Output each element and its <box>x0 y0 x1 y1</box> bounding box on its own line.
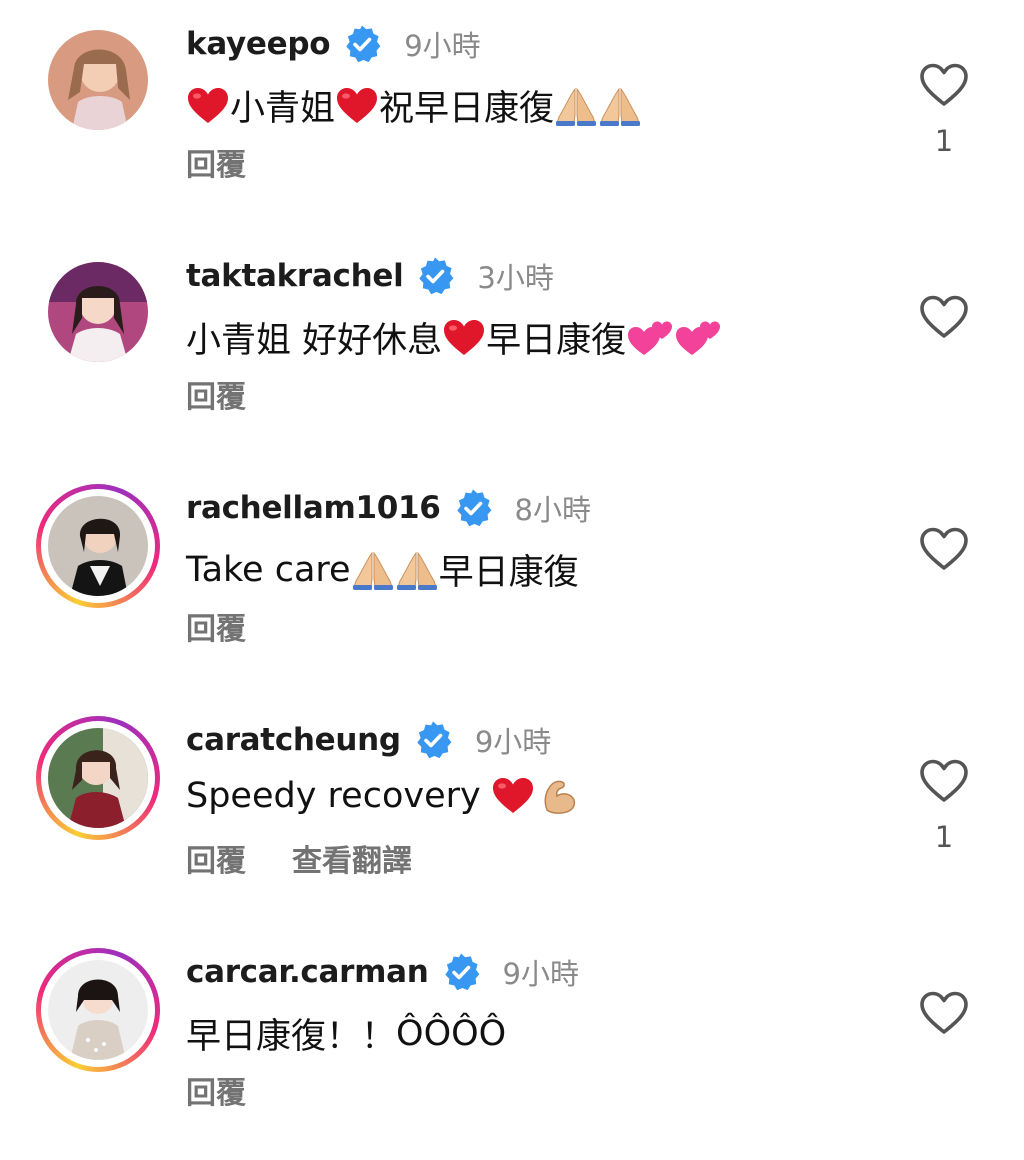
avatar <box>48 728 148 828</box>
comment-text-part: 小青姐 <box>230 89 336 129</box>
comment-actions: 回覆 <box>186 140 246 184</box>
comment-header: rachellam1016 8小時 <box>186 486 591 530</box>
avatar-story-ring[interactable] <box>36 948 160 1072</box>
verified-badge-icon <box>413 720 453 760</box>
username[interactable]: rachellam1016 <box>186 490 441 526</box>
flexed-biceps-emoji-icon <box>539 776 579 816</box>
username[interactable]: kayeepo <box>186 26 331 62</box>
reply-button[interactable]: 回覆 <box>186 604 246 648</box>
username[interactable]: taktakrachel <box>186 258 404 294</box>
praying-hands-emoji-icon <box>598 85 642 127</box>
verified-badge-icon <box>342 24 382 64</box>
comment-item: kayeepo 9小時 小青姐 祝早日康復 回覆 1 <box>0 0 1024 232</box>
comment-text-part: 早日康復 <box>486 321 627 361</box>
red-heart-emoji-icon <box>442 318 486 358</box>
username[interactable]: caratcheung <box>186 722 401 758</box>
comment-text-part: ÔÔÔÔ <box>396 1013 507 1054</box>
like-heart-icon[interactable] <box>918 758 970 804</box>
avatar-story-ring[interactable] <box>36 716 160 840</box>
timestamp: 9小時 <box>502 957 579 991</box>
reply-button[interactable]: 回覆 <box>186 836 246 880</box>
red-heart-emoji-icon <box>491 776 535 816</box>
comment-text-part: 早日康復 <box>438 553 579 593</box>
comment-header: kayeepo 9小時 <box>186 22 481 66</box>
comment-text: 早日康復！！ ÔÔÔÔ <box>186 1008 506 1059</box>
like-count: 1 <box>934 124 954 158</box>
comment-text-part: 小青姐 好好休息 <box>186 321 443 361</box>
reply-button[interactable]: 回覆 <box>186 1068 246 1112</box>
comment-header: caratcheung 9小時 <box>186 718 551 762</box>
comment-text: Take care 早日康復 <box>186 544 579 595</box>
like-count: 1 <box>934 820 954 854</box>
praying-hands-emoji-icon <box>395 549 439 591</box>
avatar <box>48 960 148 1060</box>
verified-badge-icon <box>415 256 455 296</box>
verified-badge-icon <box>453 488 493 528</box>
comment-actions: 回覆 <box>186 604 246 648</box>
comment-text-part: 祝早日康復 <box>379 89 555 129</box>
avatar <box>48 496 148 596</box>
like-heart-icon[interactable] <box>918 990 970 1036</box>
verified-badge-icon <box>441 952 481 992</box>
comment-item: rachellam1016 8小時 Take care 早日康復 回覆 <box>0 464 1024 696</box>
timestamp: 9小時 <box>404 29 481 63</box>
comment-text: 小青姐 好好休息 早日康復 <box>186 312 722 363</box>
comment-header: taktakrachel 3小時 <box>186 254 554 298</box>
red-heart-emoji-icon <box>335 86 379 126</box>
comment-text: 小青姐 祝早日康復 <box>186 80 642 131</box>
comment-header: carcar.carman 9小時 <box>186 950 579 994</box>
comment-text-part: Take care <box>186 549 351 590</box>
like-heart-icon[interactable] <box>918 62 970 108</box>
two-hearts-emoji-icon <box>674 317 722 359</box>
username[interactable]: carcar.carman <box>186 954 429 990</box>
comment-actions: 回覆 查看翻譯 <box>186 836 412 880</box>
red-heart-emoji-icon <box>186 86 230 126</box>
praying-hands-emoji-icon <box>351 549 395 591</box>
comment-item: caratcheung 9小時 Speedy recovery 回覆 查看翻譯 … <box>0 696 1024 928</box>
comment-text-part: Speedy recovery <box>186 776 481 816</box>
timestamp: 9小時 <box>474 725 552 759</box>
comment-actions: 回覆 <box>186 1068 246 1112</box>
two-hearts-emoji-icon <box>626 317 674 359</box>
like-heart-icon[interactable] <box>918 294 970 340</box>
avatar[interactable] <box>46 260 150 364</box>
reply-button[interactable]: 回覆 <box>186 372 246 416</box>
comment-item: taktakrachel 3小時 小青姐 好好休息 早日康復 回覆 <box>0 232 1024 464</box>
comment-text: Speedy recovery <box>186 776 579 816</box>
comment-item: carcar.carman 9小時 早日康復！！ ÔÔÔÔ 回覆 <box>0 928 1024 1160</box>
timestamp: 3小時 <box>477 261 554 295</box>
reply-button[interactable]: 回覆 <box>186 140 246 184</box>
praying-hands-emoji-icon <box>554 85 598 127</box>
like-heart-icon[interactable] <box>918 526 970 572</box>
avatar[interactable] <box>46 28 150 132</box>
timestamp: 8小時 <box>514 493 591 527</box>
see-translation-button[interactable]: 查看翻譯 <box>292 836 412 880</box>
comment-actions: 回覆 <box>186 372 246 416</box>
comment-text-part: 早日康復！！ <box>186 1017 397 1057</box>
avatar-story-ring[interactable] <box>36 484 160 608</box>
